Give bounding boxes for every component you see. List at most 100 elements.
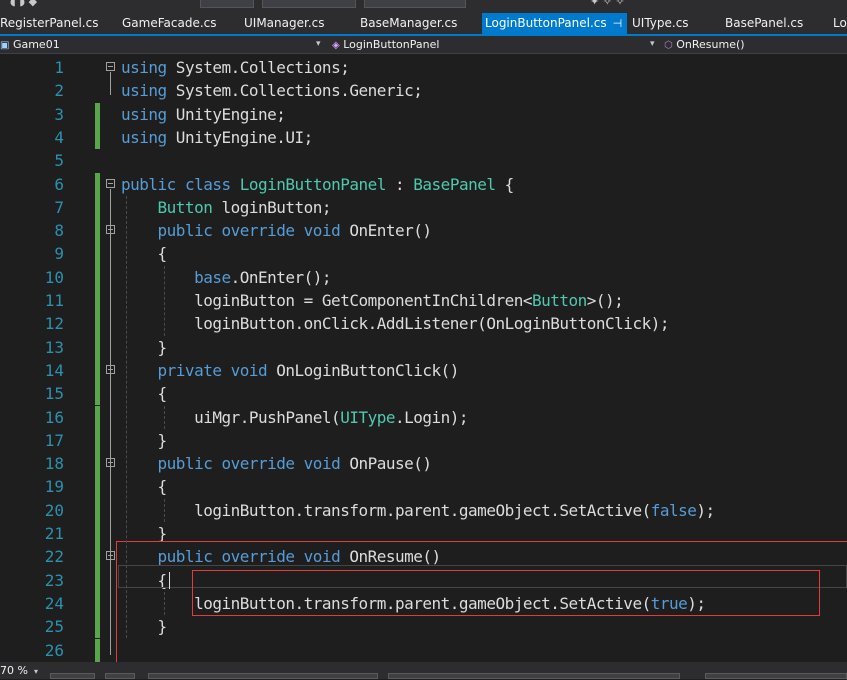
code-line[interactable]: 17 } [0,429,847,452]
code-line[interactable]: 20 loginButton.transform.parent.gameObje… [0,499,847,522]
tab-label: GameFacade.cs [122,16,217,30]
change-indicator [95,638,100,662]
code-line[interactable]: 4 using UnityEngine.UI; [0,126,847,149]
code-line[interactable]: 19 { [0,475,847,498]
line-number: 10 [44,267,64,287]
code-text: using UnityEngine.UI; [121,126,313,149]
code-line[interactable]: 16 uiMgr.PushPanel(UIType.Login); [0,406,847,429]
line-number: 14 [44,360,64,380]
code-line[interactable]: 15 { [0,382,847,405]
indent-guide [164,405,165,429]
code-line[interactable]: 8 public override void OnEnter() [0,219,847,242]
member-scope-dropdown[interactable]: ⬡ OnResume() [664,36,847,53]
tab-registerpanel[interactable]: RegisterPanel.cs [0,13,112,34]
using-fold-line [110,72,111,96]
toolbar-icons-left[interactable]: ◖ ◗ ◆ [10,0,37,7]
code-line[interactable]: 1 using System.Collections; [0,56,847,79]
code-token: uiMgr.PushPanel( [121,407,341,427]
code-line[interactable]: 5 [0,149,847,172]
tab-basemanager[interactable]: BaseManager.cs [360,13,472,34]
code-token: { [121,477,168,497]
code-token: { [121,384,168,404]
code-line[interactable]: 14 private void OnLoginButtonClick() [0,359,847,382]
chevron-down-icon[interactable]: ▾ [34,667,38,676]
code-line[interactable]: 3 using UnityEngine; [0,103,847,126]
code-text: using System.Collections.Generic; [121,79,423,102]
change-indicator [95,312,100,336]
code-line[interactable]: 9 { [0,242,847,265]
code-text: { [121,475,168,498]
pin-icon[interactable]: ⊣ [613,13,623,34]
collapse-icon[interactable] [106,178,115,188]
code-text: private void OnLoginButtonClick() [121,359,460,382]
status-panel [705,673,847,679]
code-line[interactable]: 7 Button loginButton; [0,196,847,219]
chevron-down-icon[interactable]: ▾ [650,36,655,53]
code-token: System.Collections; [166,58,350,77]
class-scope-label: LoginButtonPanel [343,38,440,51]
class-scope-dropdown[interactable]: ◈ LoginButtonPanel [332,36,662,53]
start-target-dropdown[interactable] [364,0,466,8]
code-token: .OnEnter(); [230,267,332,287]
line-number: 17 [44,430,64,450]
code-line[interactable]: 6 public class LoginButtonPanel : BasePan… [0,173,847,196]
keyword-token: void [230,360,268,380]
line-number: 26 [44,640,64,660]
code-text: } [121,429,168,452]
tab-label: BasePanel.cs [725,16,804,30]
keyword-token: false [650,500,697,520]
code-line[interactable]: 11 loginButton = GetComponentInChildren<… [0,289,847,312]
change-indicator [95,242,100,266]
collapse-icon[interactable] [106,62,115,71]
solution-platform-dropdown[interactable] [262,0,356,8]
keyword-token: class [184,174,231,194]
code-line[interactable]: 12 loginButton.onClick.AddListener(OnLog… [0,312,847,335]
code-line[interactable]: 2 using System.Collections.Generic; [0,79,847,102]
tab-basepanel[interactable]: BasePanel.cs [725,13,825,34]
toolbar-icons-right[interactable]: ✦ ✧ ✧ [590,0,625,7]
code-text: } [121,336,168,359]
tab-uitype[interactable]: UIType.cs [632,13,716,34]
horizontal-scrollbar[interactable] [50,673,95,679]
line-number: 5 [54,151,64,171]
code-text: public override void OnPause() [121,452,433,475]
tab-label: UIManager.cs [244,16,325,30]
code-text: { [121,382,168,405]
tab-uimanager[interactable]: UIManager.cs [244,13,348,34]
change-indicator [95,172,100,196]
annotation-box-inner [192,570,820,616]
change-indicator [95,475,100,499]
keyword-token: base [194,267,231,287]
code-line[interactable]: 13 } [0,336,847,359]
code-line[interactable]: 18 public override void OnPause() [0,452,847,475]
change-indicator [95,522,100,546]
tab-overflow[interactable]: Lo [833,13,847,34]
solution-config-dropdown[interactable] [200,0,254,8]
tab-loginbuttonpanel[interactable]: LoginButtonPanel.cs⊣✕ [482,13,627,34]
change-indicator [95,102,100,126]
change-indicator [95,568,100,592]
zoom-dropdown[interactable]: 70 % ▾ [0,662,38,679]
project-dropdown[interactable]: ▣ Game01 [0,36,330,53]
chevron-down-icon[interactable]: ▾ [316,36,321,53]
indent-guide [164,591,165,616]
tab-gamefacade[interactable]: GameFacade.cs [122,13,232,34]
keyword-token: override [221,221,295,241]
code-token: UnityEngine.UI; [166,127,314,147]
line-number: 12 [44,314,64,334]
line-number: 16 [44,407,64,427]
csharp-project-icon: ▣ [0,40,10,51]
change-indicator [95,219,100,243]
class-icon: ◈ [332,40,340,51]
code-token: } [121,337,168,357]
code-line[interactable]: 10 base.OnEnter(); [0,266,847,289]
code-text: public override void OnEnter() [121,219,433,242]
type-token: Button [531,291,587,310]
line-number: 7 [54,197,64,217]
change-indicator [95,545,100,569]
tab-label: LoginButtonPanel.cs [485,16,607,30]
code-text: loginButton.transform.parent.gameObject.… [121,499,715,522]
line-number: 13 [44,337,64,357]
